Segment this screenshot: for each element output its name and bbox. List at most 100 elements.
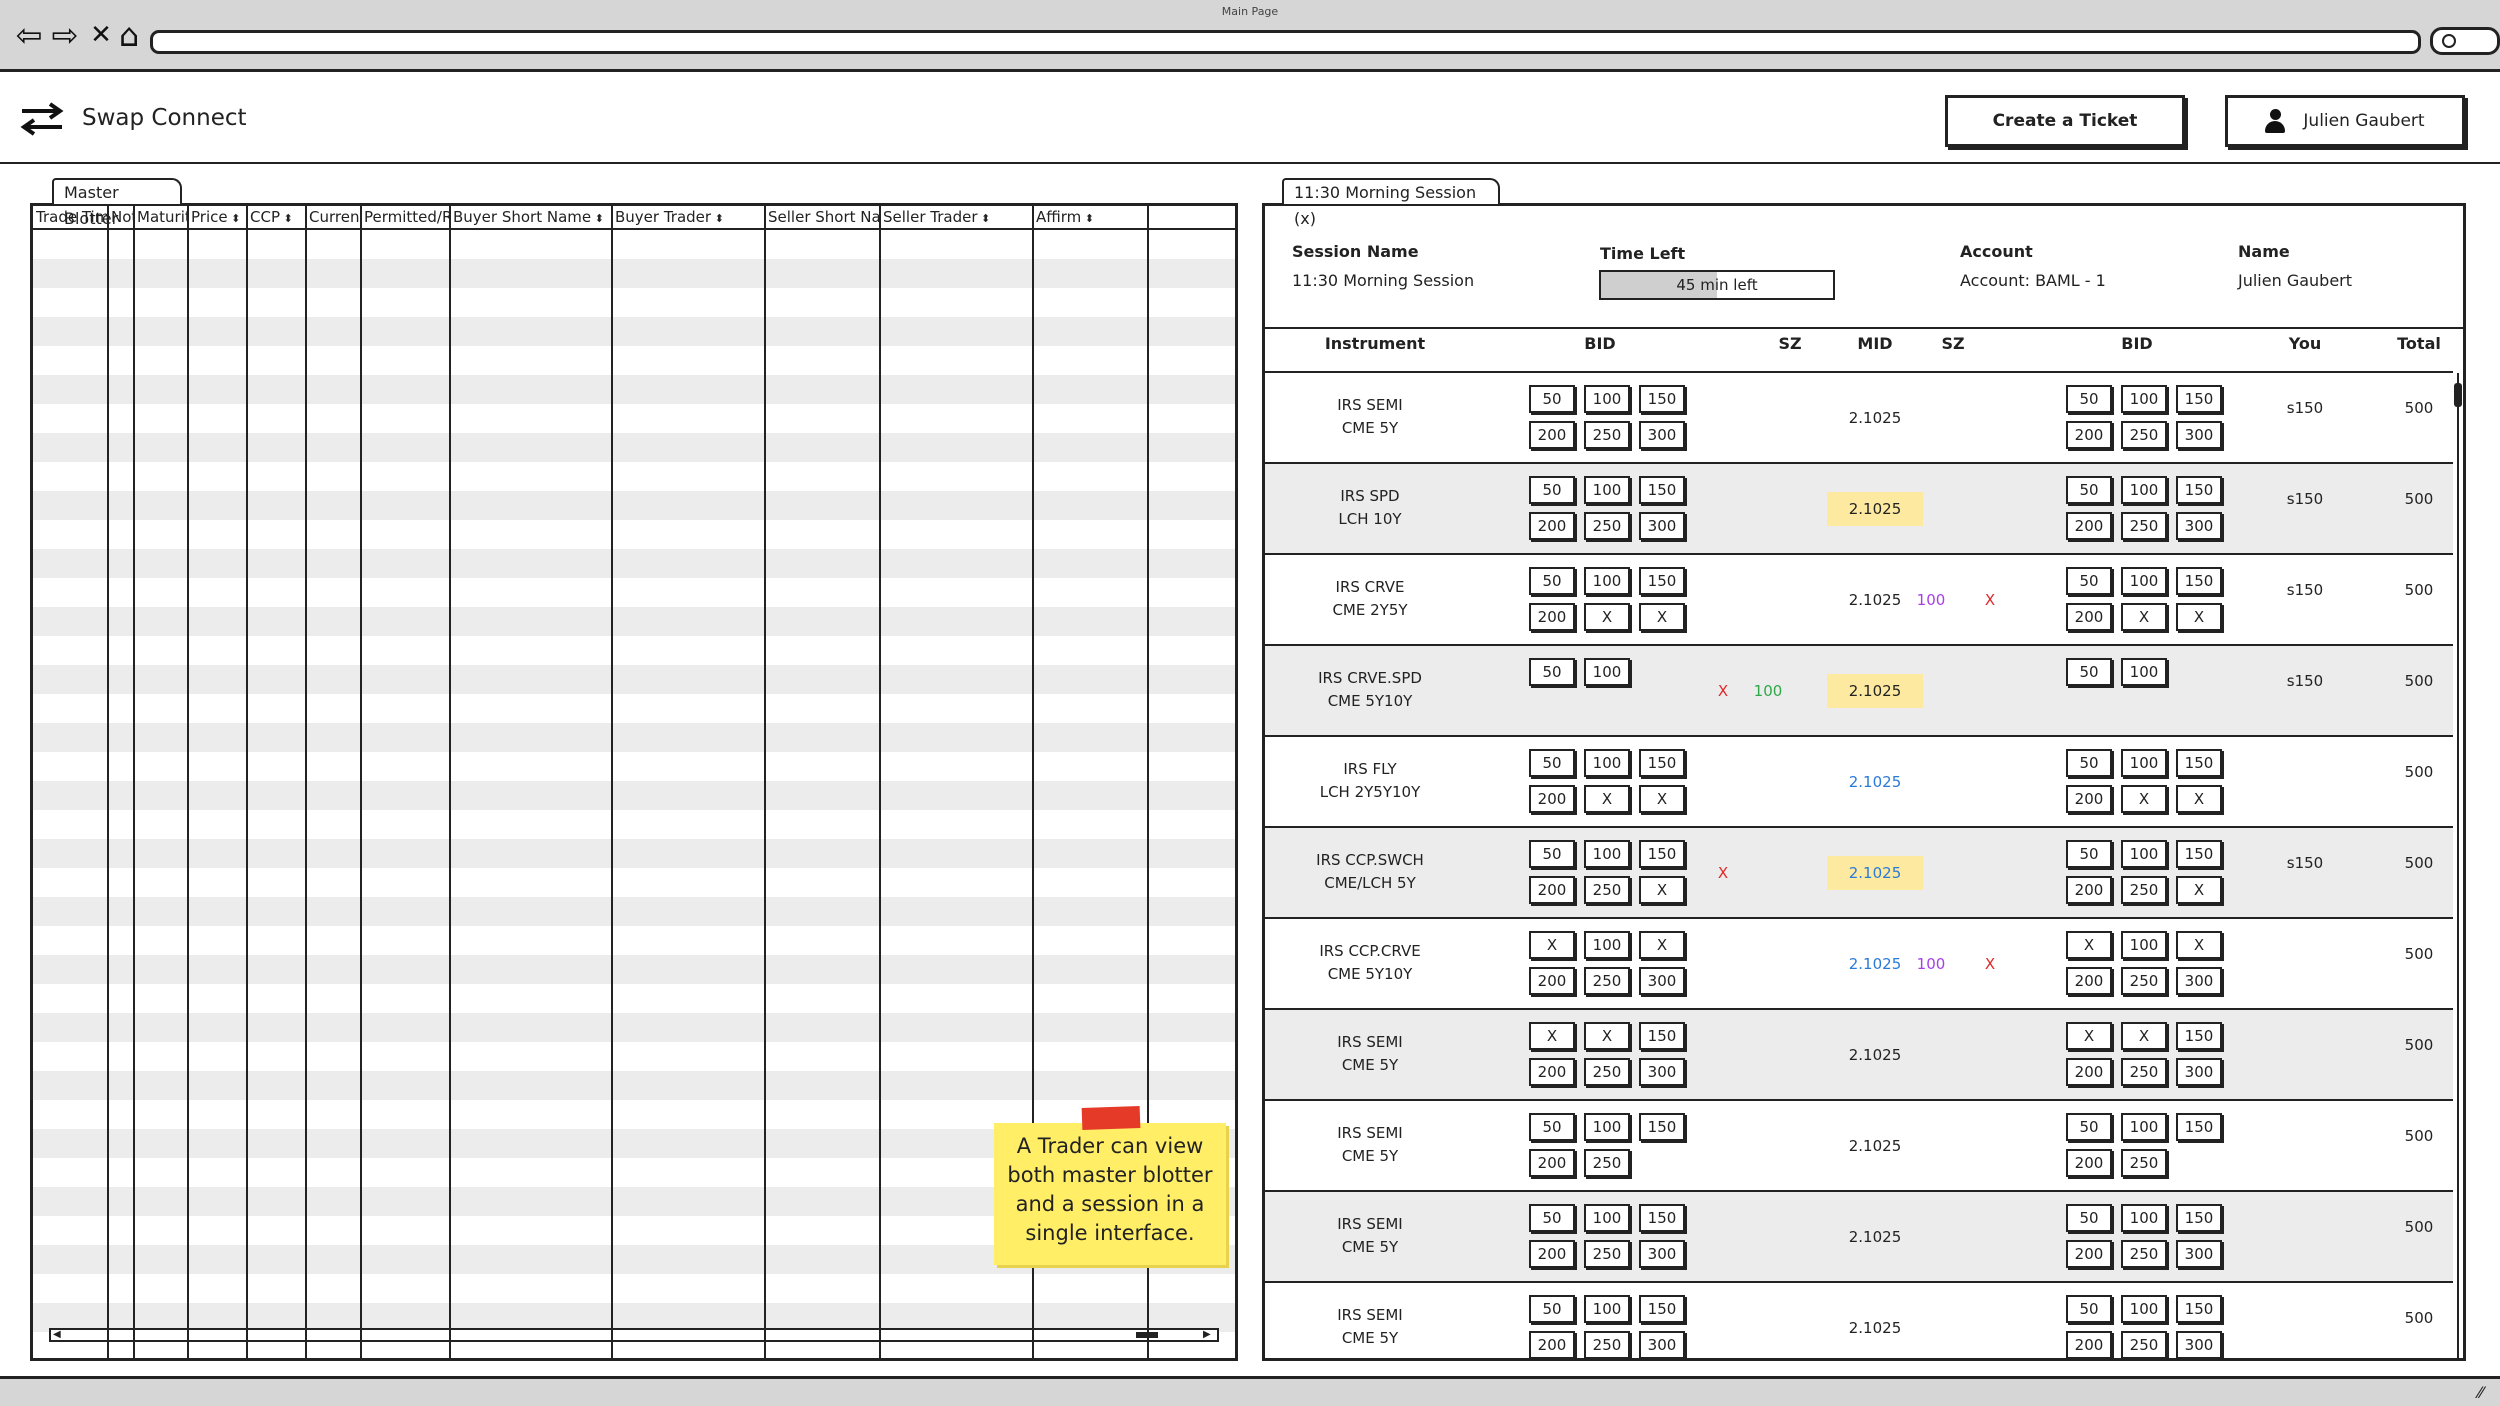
bid-size-button[interactable]: 250 xyxy=(1584,1149,1630,1177)
bid-size-button[interactable]: X xyxy=(1584,1022,1630,1050)
bid-right-size-button[interactable]: 50 xyxy=(2066,1204,2112,1232)
bid-right-size-button[interactable]: X xyxy=(2121,1022,2167,1050)
bid-size-button[interactable]: X xyxy=(1529,1022,1575,1050)
bid-right-size-button[interactable]: X xyxy=(2176,603,2222,631)
bid-size-button[interactable]: 200 xyxy=(1529,967,1575,995)
bid-right-size-button[interactable]: 300 xyxy=(2176,967,2222,995)
bid-right-size-button[interactable]: 50 xyxy=(2066,567,2112,595)
bid-size-button[interactable]: 250 xyxy=(1584,1240,1630,1268)
bid-right-size-button[interactable]: 200 xyxy=(2066,1240,2112,1268)
bid-right-size-button[interactable]: 50 xyxy=(2066,749,2112,777)
bid-right-size-button[interactable]: 100 xyxy=(2121,658,2167,686)
bid-size-button[interactable]: 100 xyxy=(1584,385,1630,413)
blotter-col-header[interactable]: Seller Trader ⬍ xyxy=(880,206,1033,228)
bid-right-size-button[interactable]: 100 xyxy=(2121,567,2167,595)
bid-size-button[interactable]: 200 xyxy=(1529,603,1575,631)
bid-size-button[interactable]: 150 xyxy=(1639,1295,1685,1323)
bid-right-size-button[interactable]: X xyxy=(2121,603,2167,631)
bid-right-size-button[interactable]: 250 xyxy=(2121,1240,2167,1268)
bid-size-button[interactable]: 300 xyxy=(1639,512,1685,540)
bid-right-size-button[interactable]: 250 xyxy=(2121,967,2167,995)
bid-size-button[interactable]: 200 xyxy=(1529,876,1575,904)
bid-right-size-button[interactable]: 100 xyxy=(2121,931,2167,959)
bid-size-button[interactable]: X xyxy=(1639,931,1685,959)
bid-right-size-button[interactable]: 100 xyxy=(2121,1295,2167,1323)
bid-size-button[interactable]: X xyxy=(1639,785,1685,813)
user-profile-button[interactable]: Julien Gaubert xyxy=(2225,95,2465,147)
bid-right-size-button[interactable]: 300 xyxy=(2176,512,2222,540)
session-vertical-scrollbar[interactable] xyxy=(2453,373,2463,1358)
bid-size-button[interactable]: 100 xyxy=(1584,840,1630,868)
sort-arrows-icon[interactable]: ⬍ xyxy=(1081,212,1094,225)
bid-right-size-button[interactable]: 200 xyxy=(2066,1058,2112,1086)
browser-search-box[interactable] xyxy=(2430,27,2500,55)
blotter-col-header[interactable]: Seller Short Name ⬍ xyxy=(765,206,880,228)
bid-size-button[interactable]: 250 xyxy=(1584,512,1630,540)
bid-size-button[interactable]: X xyxy=(1529,931,1575,959)
bid-right-size-button[interactable]: 200 xyxy=(2066,1331,2112,1358)
blotter-col-header[interactable]: Buyer Trader ⬍ xyxy=(612,206,765,228)
bid-right-size-button[interactable]: 200 xyxy=(2066,1149,2112,1177)
bid-right-size-button[interactable]: X xyxy=(2121,785,2167,813)
bid-right-size-button[interactable]: 200 xyxy=(2066,512,2112,540)
bid-right-size-button[interactable]: 50 xyxy=(2066,385,2112,413)
bid-size-button[interactable]: 50 xyxy=(1529,1204,1575,1232)
create-ticket-button[interactable]: Create a Ticket xyxy=(1945,95,2185,147)
bid-size-button[interactable]: 200 xyxy=(1529,512,1575,540)
bid-size-button[interactable]: X xyxy=(1584,603,1630,631)
bid-right-size-button[interactable]: 150 xyxy=(2176,1295,2222,1323)
blotter-col-header[interactable]: CCP ⬍ xyxy=(247,206,306,228)
bid-right-size-button[interactable]: 50 xyxy=(2066,658,2112,686)
bid-right-size-button[interactable]: 250 xyxy=(2121,1331,2167,1358)
bid-size-button[interactable]: 300 xyxy=(1639,1331,1685,1358)
bid-size-button[interactable]: 150 xyxy=(1639,1204,1685,1232)
bid-right-size-button[interactable]: 50 xyxy=(2066,840,2112,868)
bid-right-size-button[interactable]: 250 xyxy=(2121,421,2167,449)
resize-grip-icon[interactable]: ⁄⁄ xyxy=(2478,1383,2483,1402)
bid-right-size-button[interactable]: X xyxy=(2066,931,2112,959)
bid-size-button[interactable]: 50 xyxy=(1529,749,1575,777)
bid-size-button[interactable]: X xyxy=(1584,785,1630,813)
bid-size-button[interactable]: 150 xyxy=(1639,1113,1685,1141)
bid-size-button[interactable]: 300 xyxy=(1639,967,1685,995)
bid-size-button[interactable]: 50 xyxy=(1529,1295,1575,1323)
bid-size-button[interactable]: 150 xyxy=(1639,840,1685,868)
bid-size-button[interactable]: 50 xyxy=(1529,1113,1575,1141)
sort-arrows-icon[interactable]: ⬍ xyxy=(280,212,292,225)
bid-size-button[interactable]: 300 xyxy=(1639,421,1685,449)
sort-arrows-icon[interactable]: ⬍ xyxy=(228,212,240,225)
bid-right-size-button[interactable]: 50 xyxy=(2066,1295,2112,1323)
bid-right-size-button[interactable]: 150 xyxy=(2176,1204,2222,1232)
bid-right-size-button[interactable]: 50 xyxy=(2066,476,2112,504)
bid-size-button[interactable]: 100 xyxy=(1584,567,1630,595)
bid-size-button[interactable]: 100 xyxy=(1584,658,1630,686)
bid-size-button[interactable]: 150 xyxy=(1639,567,1685,595)
forward-arrow-icon[interactable]: ⇨ xyxy=(48,18,82,52)
bid-size-button[interactable]: 50 xyxy=(1529,658,1575,686)
bid-right-size-button[interactable]: X xyxy=(2176,785,2222,813)
bid-right-size-button[interactable]: 100 xyxy=(2121,1204,2167,1232)
bid-right-size-button[interactable]: 150 xyxy=(2176,749,2222,777)
bid-size-button[interactable]: 100 xyxy=(1584,476,1630,504)
bid-right-size-button[interactable]: 150 xyxy=(2176,1113,2222,1141)
blotter-col-header[interactable]: Price ⬍ xyxy=(188,206,247,228)
bid-right-size-button[interactable]: 250 xyxy=(2121,1058,2167,1086)
bid-size-button[interactable]: 100 xyxy=(1584,931,1630,959)
bid-size-button[interactable]: 50 xyxy=(1529,476,1575,504)
bid-size-button[interactable]: 250 xyxy=(1584,1058,1630,1086)
blotter-horizontal-scrollbar[interactable]: ◀ ▶ xyxy=(49,1328,1219,1342)
bid-right-size-button[interactable]: 100 xyxy=(2121,1113,2167,1141)
blotter-col-header[interactable]: Permitted/Required ⬍ xyxy=(361,206,450,228)
scroll-right-icon[interactable]: ▶ xyxy=(1203,1329,1211,1341)
bid-right-size-button[interactable]: 300 xyxy=(2176,1240,2222,1268)
bid-size-button[interactable]: 200 xyxy=(1529,1149,1575,1177)
bid-right-size-button[interactable]: X xyxy=(2066,1022,2112,1050)
bid-right-size-button[interactable]: 150 xyxy=(2176,840,2222,868)
sort-arrows-icon[interactable]: ⬍ xyxy=(977,212,990,225)
scroll-left-icon[interactable]: ◀ xyxy=(53,1329,61,1341)
bid-right-size-button[interactable]: 300 xyxy=(2176,1058,2222,1086)
bid-size-button[interactable]: 150 xyxy=(1639,749,1685,777)
bid-right-size-button[interactable]: 50 xyxy=(2066,1113,2112,1141)
sort-arrows-icon[interactable]: ⬍ xyxy=(711,212,724,225)
bid-size-button[interactable]: 250 xyxy=(1584,1331,1630,1358)
